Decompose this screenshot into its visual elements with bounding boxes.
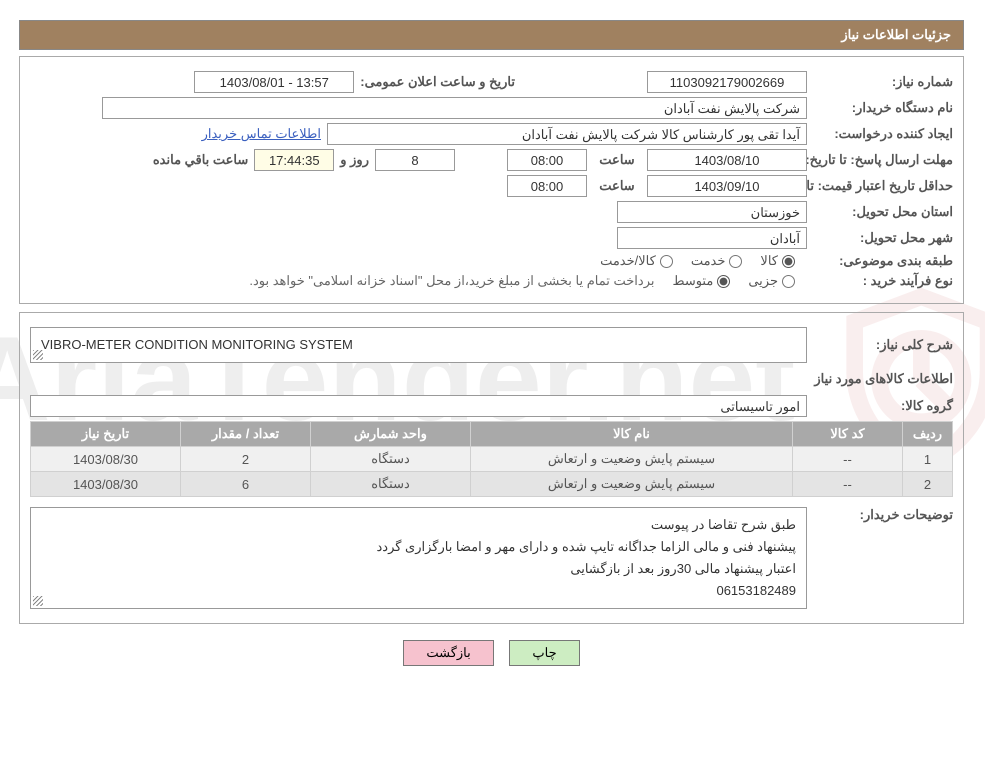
deadline-time-field: 08:00 — [508, 149, 588, 171]
action-buttons: چاپ بازگشت — [20, 640, 965, 666]
class-service-radio[interactable] — [730, 255, 743, 268]
validity-date-field: 1403/09/10 — [648, 175, 808, 197]
requester-field: آیدا تقی پور کارشناس کالا شرکت پالایش نف… — [328, 123, 808, 145]
col-row: ردیف — [904, 422, 954, 447]
class-goods-radio[interactable] — [783, 255, 796, 268]
province-field: خوزستان — [618, 201, 808, 223]
col-code: کد کالا — [794, 422, 904, 447]
resize-handle-icon[interactable] — [34, 596, 44, 606]
remaining-label: ساعت باقي مانده — [154, 152, 249, 168]
validity-time-field: 08:00 — [508, 175, 588, 197]
process-medium-option[interactable]: متوسط — [673, 273, 731, 289]
city-label: شهر محل تحویل: — [814, 230, 954, 246]
col-unit: واحد شمارش — [312, 422, 472, 447]
days-label: روز و — [341, 152, 370, 168]
city-field: آبادان — [618, 227, 808, 249]
class-service-option[interactable]: خدمت — [692, 253, 744, 269]
class-both-radio[interactable] — [661, 255, 674, 268]
items-section: شرح کلی نیاز: VIBRO-METER CONDITION MONI… — [20, 312, 965, 624]
time-label-1: ساعت — [594, 152, 642, 168]
back-button[interactable]: بازگشت — [404, 640, 494, 666]
announce-label: تاریخ و ساعت اعلان عمومی: — [361, 74, 516, 90]
page-title: جزئیات اطلاعات نیاز — [20, 20, 965, 50]
group-field: امور تاسیساتی — [31, 395, 808, 417]
table-row: 2 -- سیستم پایش وضعیت و ارتعاش دستگاه 6 … — [32, 472, 954, 497]
items-title: اطلاعات کالاهای مورد نیاز — [31, 371, 954, 387]
process-note: برداخت تمام یا بخشی از مبلغ خرید،از محل … — [250, 273, 655, 289]
print-button[interactable]: چاپ — [510, 640, 580, 666]
countdown-field: 17:44:35 — [255, 149, 335, 171]
col-date: تاریخ نیاز — [32, 422, 182, 447]
resize-handle-icon[interactable] — [34, 350, 44, 360]
process-medium-radio[interactable] — [718, 275, 731, 288]
buyer-notes-box: طبق شرح تقاضا در پیوست پیشنهاد فنی و مال… — [31, 507, 808, 609]
validity-label: حداقل تاریخ اعتبار قیمت: تا تاریخ: — [814, 178, 954, 194]
buyer-contact-link[interactable]: اطلاعات تماس خریدار — [203, 126, 322, 142]
class-goods-option[interactable]: کالا — [761, 253, 796, 269]
need-no-field: 1103092179002669 — [648, 71, 808, 93]
days-remaining-field: 8 — [376, 149, 456, 171]
province-label: استان محل تحویل: — [814, 204, 954, 220]
overview-label: شرح کلی نیاز: — [814, 337, 954, 353]
class-both-option[interactable]: کالا/خدمت — [601, 253, 674, 269]
buyer-org-label: نام دستگاه خریدار: — [814, 100, 954, 116]
process-minor-option[interactable]: جزیی — [749, 273, 796, 289]
overview-field: VIBRO-METER CONDITION MONITORING SYSTEM — [31, 327, 808, 363]
deadline-label: مهلت ارسال پاسخ: تا تاریخ: — [814, 152, 954, 168]
group-label: گروه کالا: — [814, 398, 954, 414]
need-info-section: شماره نیاز: 1103092179002669 تاریخ و ساع… — [20, 56, 965, 304]
class-label: طبقه بندی موضوعی: — [814, 253, 954, 269]
time-label-2: ساعت — [594, 178, 642, 194]
table-row: 1 -- سیستم پایش وضعیت و ارتعاش دستگاه 2 … — [32, 447, 954, 472]
deadline-date-field: 1403/08/10 — [648, 149, 808, 171]
buyer-org-field: شرکت پالایش نفت آبادان — [103, 97, 808, 119]
buyer-notes-label: توضیحات خریدار: — [814, 507, 954, 523]
items-table: ردیف کد کالا نام کالا واحد شمارش تعداد /… — [31, 421, 954, 497]
requester-label: ایجاد کننده درخواست: — [814, 126, 954, 142]
process-label: نوع فرآیند خرید : — [814, 273, 954, 289]
announce-field: 1403/08/01 - 13:57 — [195, 71, 355, 93]
col-qty: تعداد / مقدار — [182, 422, 312, 447]
col-name: نام کالا — [472, 422, 794, 447]
need-no-label: شماره نیاز: — [814, 74, 954, 90]
process-minor-radio[interactable] — [783, 275, 796, 288]
